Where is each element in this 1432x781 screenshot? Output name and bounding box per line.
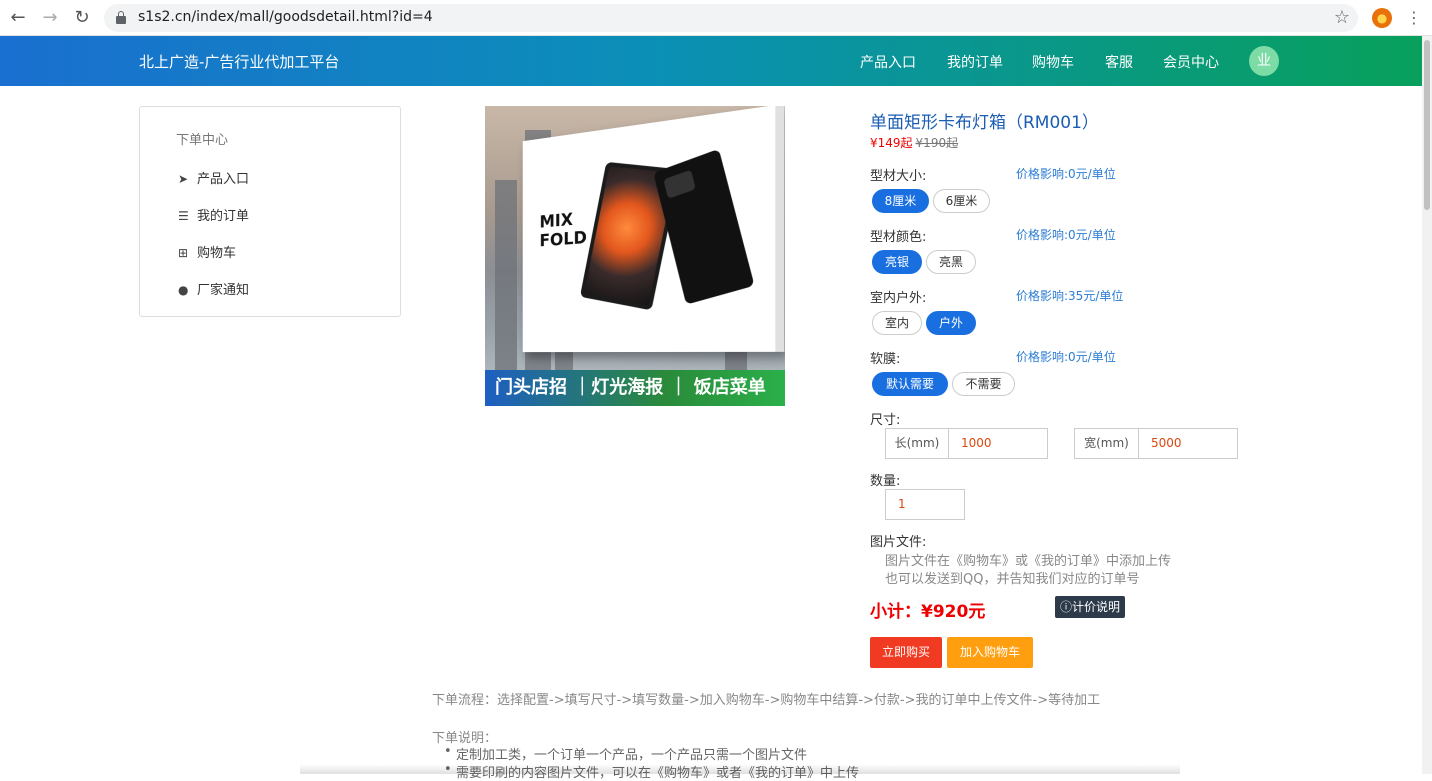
nav-my-orders[interactable]: 我的订单: [947, 52, 1003, 72]
sidebar-item-products[interactable]: ➤ 产品入口: [178, 168, 249, 187]
list-icon: ☰: [178, 209, 189, 223]
option-hint-color: 价格影响:0元/单位: [1016, 228, 1116, 242]
chip-6cm[interactable]: 6厘米: [933, 189, 990, 213]
sidebar-item-cart[interactable]: ⊞ 购物车: [178, 242, 236, 261]
phone-graphic: [653, 148, 755, 305]
nav-products[interactable]: 产品入口: [860, 52, 916, 72]
quantity-label: 数量:: [870, 474, 901, 489]
nav-service[interactable]: 客服: [1105, 52, 1133, 72]
quantity-input[interactable]: 1: [886, 490, 964, 519]
sidebar-item-label: 购物车: [197, 246, 237, 261]
chip-8cm[interactable]: 8厘米: [872, 189, 929, 213]
chip-outdoor[interactable]: 户外: [926, 311, 976, 335]
nav-member-center[interactable]: 会员中心: [1163, 52, 1219, 72]
width-input[interactable]: 5000: [1139, 429, 1237, 458]
browser-toolbar: ← → ↻ s1s2.cn/index/mall/goodsdetail.htm…: [0, 0, 1432, 36]
option-label-indoor-outdoor: 室内户外:: [870, 291, 927, 306]
address-bar[interactable]: s1s2.cn/index/mall/goodsdetail.html?id=4…: [104, 4, 1358, 32]
back-icon[interactable]: ←: [7, 7, 29, 29]
bookmark-star-icon[interactable]: ☆: [1334, 7, 1350, 28]
option-label-color: 型材颜色:: [870, 230, 927, 245]
chip-indoor[interactable]: 室内: [872, 311, 922, 335]
paper-plane-icon: ➤: [178, 172, 189, 186]
width-addon: 宽(mm): [1075, 429, 1139, 458]
sidebar-item-orders[interactable]: ☰ 我的订单: [178, 205, 249, 224]
image-banner-text: 门头店招 ｜灯光海报 ｜ 饭店菜单: [485, 370, 785, 406]
extension-icon[interactable]: ●: [1372, 8, 1392, 28]
bottom-shadow: [300, 764, 1180, 774]
original-price: ¥190起: [915, 136, 959, 150]
chip-default-need[interactable]: 默认需要: [872, 372, 948, 396]
info-icon: ⓘ: [1059, 600, 1072, 614]
billboard-logo: MIX FOLD: [540, 209, 587, 251]
chip-not-need[interactable]: 不需要: [952, 372, 1015, 396]
option-hint-film: 价格影响:0元/单位: [1016, 350, 1116, 364]
avatar[interactable]: 业: [1249, 46, 1279, 76]
site-header: 北上广造-广告行业代加工平台 产品入口 我的订单 购物车 客服 会员中心 业: [0, 36, 1422, 86]
buy-now-button[interactable]: 立即购买: [870, 637, 942, 668]
price-help-label: 计价说明: [1072, 600, 1121, 614]
subtotal: 小计：¥920元: [870, 602, 986, 622]
lock-icon: [116, 11, 126, 24]
note-item: 定制加工类，一个订单一个产品，一个产品只需一个图片文件: [444, 744, 807, 763]
quantity-input-group: 1: [885, 489, 965, 520]
cart-icon: ⊞: [178, 246, 189, 260]
sidebar-item-notices[interactable]: ● 厂家通知: [178, 279, 249, 298]
current-price: ¥149起: [870, 136, 913, 150]
url-text[interactable]: s1s2.cn/index/mall/goodsdetail.html?id=4: [138, 9, 433, 25]
file-label: 图片文件:: [870, 535, 927, 550]
length-input-group: 长(mm) 1000: [885, 428, 1048, 459]
reload-icon[interactable]: ↻: [71, 7, 93, 29]
chip-silver[interactable]: 亮银: [872, 250, 922, 274]
site-brand[interactable]: 北上广造-广告行业代加工平台: [139, 51, 339, 72]
billboard-graphic: MIX FOLD: [522, 106, 785, 353]
option-label-size: 型材大小:: [870, 169, 927, 184]
sidebar-title: 下单中心: [176, 133, 229, 148]
width-input-group: 宽(mm) 5000: [1074, 428, 1238, 459]
building-shape: [495, 180, 517, 370]
option-hint-indoor-outdoor: 价格影响:35元/单位: [1016, 289, 1124, 303]
chip-black[interactable]: 亮黑: [926, 250, 976, 274]
sidebar-item-label: 产品入口: [197, 172, 250, 187]
browser-menu-icon[interactable]: ⋮: [1406, 6, 1422, 30]
order-flow-text: 下单流程：选择配置->填写尺寸->填写数量->加入购物车->购物车中结算->付款…: [432, 693, 1101, 708]
option-label-film: 软膜:: [870, 352, 901, 367]
nav-cart[interactable]: 购物车: [1032, 52, 1074, 72]
product-price: ¥149起 ¥190起: [870, 134, 958, 151]
file-note: 也可以发送到QQ，并告知我们对应的订单号: [885, 572, 1140, 587]
logo-line: FOLD: [539, 227, 587, 252]
sidebar-item-label: 厂家通知: [197, 283, 250, 298]
sidebar-item-label: 我的订单: [197, 209, 250, 224]
size-label: 尺寸:: [870, 413, 901, 428]
comment-icon: ●: [178, 283, 189, 297]
sidebar: 下单中心 ➤ 产品入口 ☰ 我的订单 ⊞ 购物车 ● 厂家通知: [139, 106, 401, 317]
forward-icon[interactable]: →: [39, 7, 61, 29]
length-input[interactable]: 1000: [949, 429, 1047, 458]
product-image: MIX FOLD 门头店招 ｜灯光海报 ｜ 饭店菜单: [485, 106, 785, 406]
price-help-button[interactable]: ⓘ计价说明: [1055, 596, 1125, 618]
file-note: 图片文件在《购物车》或《我的订单》中添加上传: [885, 554, 1172, 569]
add-to-cart-button[interactable]: 加入购物车: [947, 637, 1033, 668]
option-hint-size: 价格影响:0元/单位: [1016, 167, 1116, 181]
product-title: 单面矩形卡布灯箱（RM001）: [870, 113, 1099, 133]
length-addon: 长(mm): [886, 429, 949, 458]
scroll-thumb[interactable]: [1424, 40, 1430, 210]
scrollbar[interactable]: [1422, 36, 1432, 774]
